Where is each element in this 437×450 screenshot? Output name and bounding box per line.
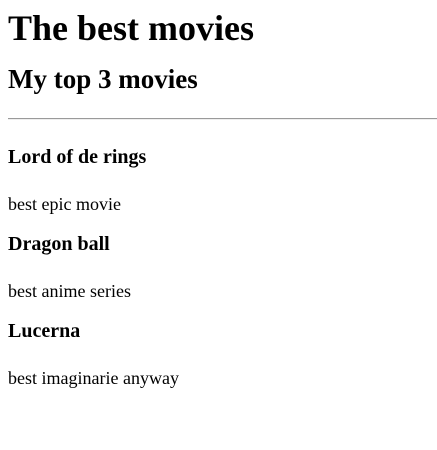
movie-title: Dragon ball — [8, 233, 110, 255]
page-subtitle: My top 3 movies — [8, 64, 198, 94]
movie-item: Lucerna best imaginarie anyway — [8, 302, 437, 389]
movie-description: best imaginarie anyway — [8, 368, 179, 388]
movie-title: Lucerna — [8, 320, 81, 342]
movie-description: best epic movie — [8, 194, 121, 214]
movie-item: Dragon ball best anime series — [8, 215, 437, 302]
page-title: The best movies — [8, 8, 254, 48]
page-content: The best movies My top 3 movies Lord of … — [0, 0, 437, 389]
movie-description: best anime series — [8, 281, 131, 301]
movie-item: Lord of de rings best epic movie — [8, 120, 437, 215]
movie-title: Lord of de rings — [8, 146, 147, 168]
